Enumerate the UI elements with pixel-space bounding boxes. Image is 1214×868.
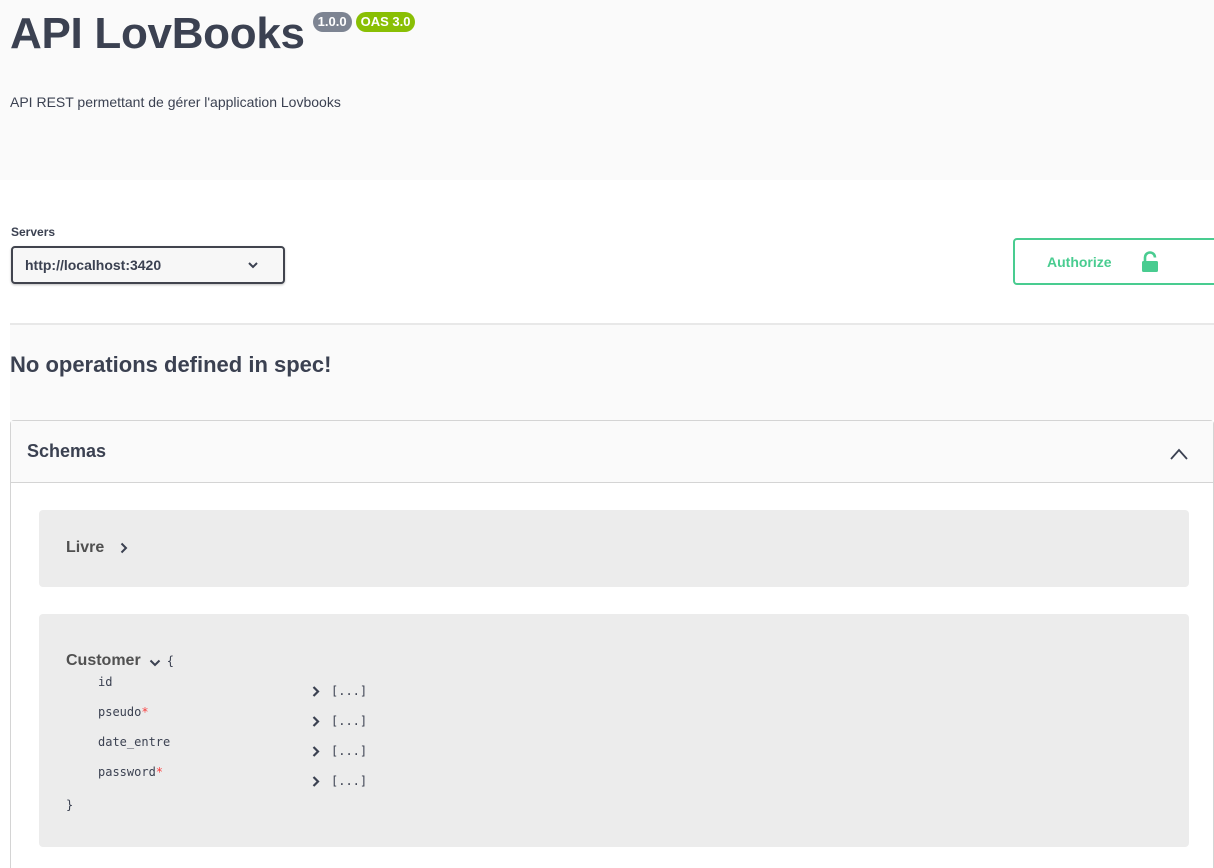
required-marker: * bbox=[141, 705, 149, 719]
authorize-button[interactable]: Authorize bbox=[1013, 238, 1214, 285]
chevron-right-icon bbox=[312, 746, 320, 757]
model-customer-name: Customer bbox=[66, 652, 141, 669]
model-livre-toggle[interactable]: Livre bbox=[66, 539, 128, 557]
schemas-section: Schemas Livre Customer { id pseudo* date… bbox=[10, 420, 1214, 868]
authorize-label: Authorize bbox=[1047, 253, 1112, 270]
property-value: [...] bbox=[331, 684, 368, 698]
chevron-right-icon bbox=[121, 542, 128, 554]
chevron-right-icon bbox=[312, 686, 320, 697]
property-value-toggle[interactable]: [...] bbox=[312, 774, 367, 804]
oas-badge: OAS 3.0 bbox=[355, 12, 416, 32]
servers-label: Servers bbox=[11, 225, 56, 239]
model-livre: Livre bbox=[39, 510, 1189, 587]
chevron-right-icon bbox=[312, 716, 320, 727]
property-value: [...] bbox=[331, 714, 368, 728]
property-names: id pseudo* date_entre password* bbox=[98, 675, 170, 795]
api-title: API LovBooks bbox=[10, 9, 305, 58]
property-value: [...] bbox=[331, 774, 368, 788]
property-value-toggle[interactable]: [...] bbox=[312, 744, 367, 774]
required-marker: * bbox=[155, 765, 164, 779]
schemas-header[interactable]: Schemas bbox=[11, 421, 1213, 483]
property-values: [...] [...] [...] [...] bbox=[312, 684, 367, 804]
open-brace: { bbox=[166, 654, 174, 668]
property-value-toggle[interactable]: [...] bbox=[312, 714, 367, 744]
close-brace: } bbox=[66, 798, 74, 812]
property-value-toggle[interactable]: [...] bbox=[312, 684, 367, 714]
chevron-down-icon bbox=[149, 659, 160, 666]
info-section: API LovBooks 1.0.0 OAS 3.0 API REST perm… bbox=[0, 0, 1214, 180]
model-customer-toggle[interactable]: Customer { bbox=[66, 652, 174, 670]
version-badge: 1.0.0 bbox=[312, 12, 352, 32]
api-description: API REST permettant de gérer l'applicati… bbox=[10, 94, 341, 110]
lock-icon bbox=[1141, 250, 1158, 272]
chevron-down-icon bbox=[248, 262, 258, 269]
schemas-title: Schemas bbox=[27, 441, 107, 461]
servers-selected-value: http://localhost:3420 bbox=[25, 257, 162, 273]
property-name: password* bbox=[98, 765, 164, 779]
no-operations-message: No operations defined in spec! bbox=[10, 352, 332, 377]
chevron-up-icon[interactable] bbox=[1169, 447, 1189, 461]
property-name: id bbox=[98, 675, 113, 689]
property-name: date_entre bbox=[98, 735, 171, 749]
servers-select[interactable]: http://localhost:3420 bbox=[11, 246, 285, 284]
property-name: pseudo* bbox=[98, 705, 149, 719]
property-value: [...] bbox=[331, 744, 368, 758]
model-customer: Customer { id pseudo* date_entre passwor… bbox=[39, 614, 1189, 847]
model-livre-name: Livre bbox=[66, 539, 105, 556]
title-row: API LovBooks 1.0.0 OAS 3.0 bbox=[10, 6, 416, 62]
chevron-right-icon bbox=[312, 776, 320, 787]
